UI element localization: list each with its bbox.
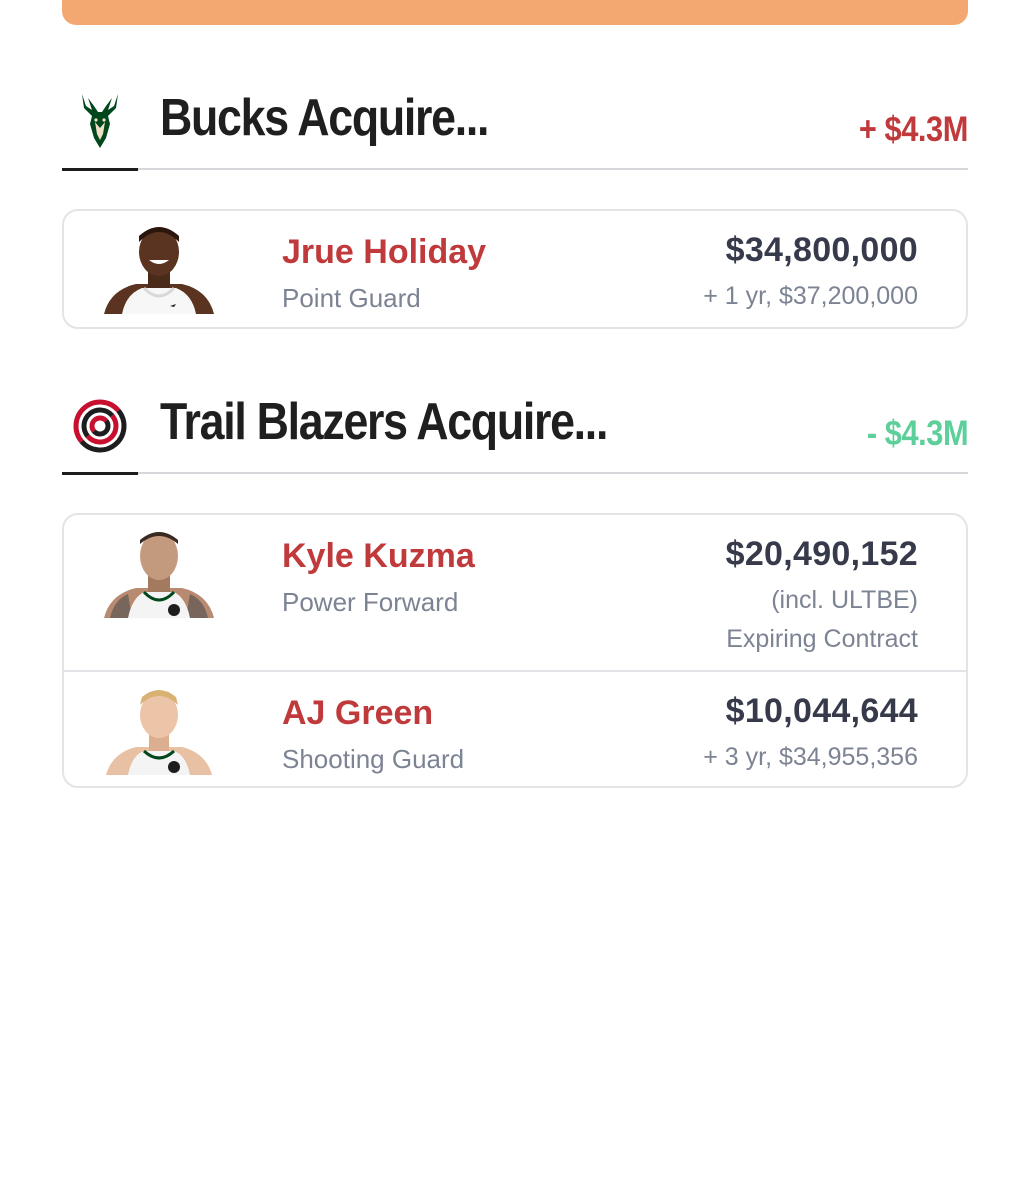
contract-status: Expiring Contract bbox=[726, 625, 918, 653]
player-headshot bbox=[102, 528, 216, 618]
player-row[interactable]: Jrue Holiday Point Guard $34,800,000 + 1… bbox=[64, 211, 966, 327]
player-name[interactable]: Kyle Kuzma bbox=[282, 537, 475, 576]
player-position: Shooting Guard bbox=[282, 744, 465, 774]
contract-note: (incl. ULTBE) bbox=[771, 586, 918, 614]
contract-info: $34,800,000 + 1 yr, $37,200,000 bbox=[703, 231, 918, 311]
player-position: Point Guard bbox=[282, 283, 421, 313]
salary-delta: - $4.3M bbox=[866, 414, 969, 453]
contract-extension: + 3 yr, $34,955,356 bbox=[703, 743, 918, 771]
team-header-blazers: Trail Blazers Acquire... - $4.3M bbox=[62, 384, 969, 475]
team-title: Bucks Acquire... bbox=[160, 89, 489, 147]
player-card: Jrue Holiday Point Guard $34,800,000 + 1… bbox=[62, 209, 968, 329]
divider bbox=[62, 472, 968, 474]
divider bbox=[62, 168, 968, 170]
salary-delta: + $4.3M bbox=[858, 110, 969, 149]
blazers-pinwheel-logo-icon bbox=[68, 394, 132, 458]
player-card: Kyle Kuzma Power Forward $20,490,152 (in… bbox=[62, 513, 968, 788]
player-row[interactable]: Kyle Kuzma Power Forward $20,490,152 (in… bbox=[64, 515, 966, 670]
team-title: Trail Blazers Acquire... bbox=[160, 393, 608, 451]
player-name[interactable]: AJ Green bbox=[282, 694, 433, 733]
contract-salary: $34,800,000 bbox=[725, 231, 918, 269]
bucks-deer-logo-icon bbox=[68, 88, 132, 152]
player-headshot bbox=[102, 224, 216, 314]
player-position: Power Forward bbox=[282, 587, 459, 617]
contract-salary: $10,044,644 bbox=[725, 692, 918, 730]
contract-salary: $20,490,152 bbox=[725, 535, 918, 573]
divider-accent bbox=[62, 168, 138, 171]
divider-accent bbox=[62, 472, 138, 475]
team-header-bucks: Bucks Acquire... + $4.3M bbox=[62, 80, 969, 171]
trade-breakdown-page: Bucks Acquire... + $4.3M Jrue Holiday Po… bbox=[0, 0, 1029, 1200]
player-row[interactable]: AJ Green Shooting Guard $10,044,644 + 3 … bbox=[64, 670, 966, 786]
contract-info: $20,490,152 (incl. ULTBE) Expiring Contr… bbox=[726, 535, 918, 654]
player-name[interactable]: Jrue Holiday bbox=[282, 233, 486, 272]
top-banner-bar[interactable] bbox=[62, 0, 968, 25]
contract-info: $10,044,644 + 3 yr, $34,955,356 bbox=[703, 692, 918, 772]
contract-extension: + 1 yr, $37,200,000 bbox=[703, 282, 918, 310]
player-headshot bbox=[102, 685, 216, 775]
